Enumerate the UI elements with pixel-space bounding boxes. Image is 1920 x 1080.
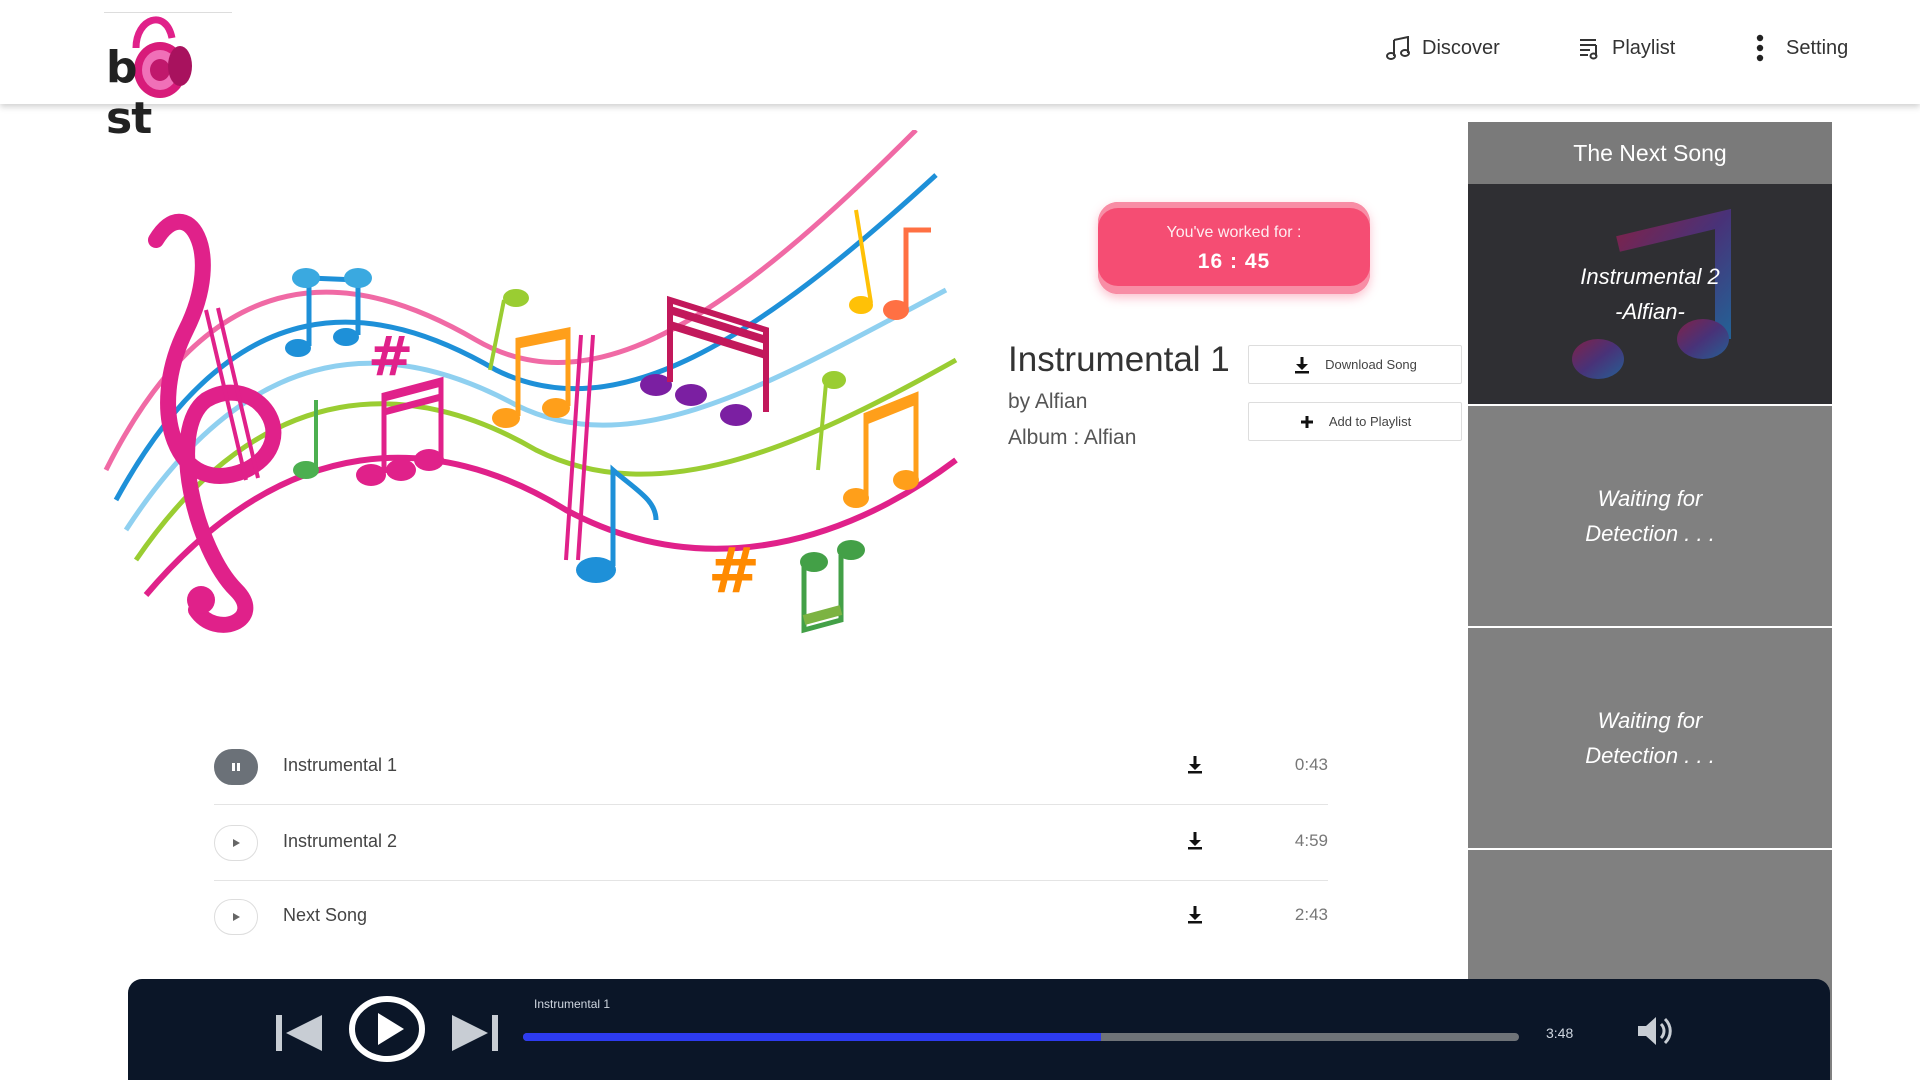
play-button[interactable]: [214, 899, 258, 935]
track-time: 3:48: [1546, 1025, 1574, 1041]
download-song-label: Download Song: [1325, 357, 1417, 372]
nav-setting[interactable]: Setting: [1754, 32, 1848, 64]
nav-setting-label: Setting: [1786, 36, 1849, 59]
track-duration: 0:43: [1294, 755, 1328, 774]
progress-fill: [523, 1033, 1101, 1041]
waiting-card-line2: Detection . . .: [1585, 521, 1715, 546]
download-icon: [1188, 906, 1202, 924]
svg-text:#: #: [368, 325, 413, 388]
play-button[interactable]: [214, 825, 258, 861]
play-icon: [233, 839, 240, 847]
current-song-title: Instrumental 1: [1008, 340, 1230, 379]
track-name: Instrumental 1: [283, 755, 398, 775]
waiting-detection-card[interactable]: Waiting for Detection . . .: [1468, 406, 1832, 628]
playlist-icon: [1580, 39, 1598, 60]
next-button[interactable]: [450, 1013, 500, 1058]
skip-back-icon: [276, 1015, 322, 1051]
worked-timer-value: 16 : 45: [1197, 250, 1271, 273]
add-to-playlist-button[interactable]: Add to Playlist: [1248, 402, 1462, 441]
download-icon: [1188, 832, 1202, 850]
next-song-card[interactable]: Instrumental 2 -Alfian-: [1468, 184, 1832, 406]
nav-playlist[interactable]: Playlist: [1578, 32, 1675, 64]
plus-icon: [1300, 415, 1313, 428]
waiting-card-line1: Waiting for: [1597, 486, 1703, 511]
volume-icon: [1638, 1017, 1672, 1045]
volume-button[interactable]: [1636, 1015, 1676, 1052]
player-bar: Instrumental 1 3:48: [128, 979, 1830, 1080]
next-song-panel: The Next Song Instrumental 2 -Alfian- Wa…: [1468, 122, 1832, 1080]
track-duration: 2:43: [1294, 905, 1328, 924]
worked-timer-badge: You've worked for : 16 : 45: [1098, 202, 1370, 294]
track-name: Next Song: [283, 905, 368, 925]
next-song-card-title: Instrumental 2: [1580, 264, 1720, 289]
svg-text:#: #: [708, 534, 760, 607]
download-icon: [1188, 756, 1202, 774]
play-circle-icon: [349, 996, 425, 1062]
waiting-card-line2: Detection . . .: [1585, 743, 1715, 768]
skip-forward-icon: [452, 1015, 498, 1051]
track-row[interactable]: Instrumental 1 0:43: [214, 729, 1328, 805]
waiting-detection-card[interactable]: Waiting for Detection . . .: [1468, 628, 1832, 850]
nav-playlist-label: Playlist: [1612, 36, 1676, 59]
logo-wordmark: bst: [106, 42, 232, 144]
music-note-icon: [1386, 36, 1410, 60]
track-row[interactable]: Next Song 2:43: [214, 879, 1328, 954]
worked-timer-label: You've worked for :: [1166, 224, 1302, 241]
waiting-card-line1: Waiting for: [1597, 708, 1703, 733]
track-duration: 4:59: [1294, 831, 1328, 850]
vertical-dots-icon: [1756, 34, 1764, 62]
pause-button[interactable]: [214, 749, 258, 785]
nav-discover-label: Discover: [1422, 36, 1500, 59]
download-icon: [1295, 356, 1310, 373]
play-pause-button[interactable]: [348, 995, 426, 1068]
track-row[interactable]: Instrumental 2 4:59: [214, 805, 1328, 881]
now-playing-label: Instrumental 1: [534, 997, 611, 1011]
logo-text-left: b: [106, 42, 137, 93]
current-song-album: Album : Alfian: [1008, 426, 1137, 449]
play-icon: [233, 913, 240, 921]
download-song-button[interactable]: Download Song: [1248, 345, 1462, 384]
track-download-button[interactable]: [1186, 755, 1204, 780]
track-name: Instrumental 2: [283, 831, 398, 851]
add-to-playlist-label: Add to Playlist: [1328, 414, 1412, 429]
pause-icon: [232, 763, 240, 771]
logo-text-right: st: [106, 93, 152, 144]
track-download-button[interactable]: [1186, 905, 1204, 930]
next-song-panel-title: The Next Song: [1468, 122, 1832, 186]
nav-discover[interactable]: Discover: [1386, 32, 1500, 64]
music-notes-illustration: # #: [103, 130, 958, 634]
boost-logo[interactable]: bst: [104, 8, 232, 144]
previous-button[interactable]: [274, 1013, 324, 1058]
track-download-button[interactable]: [1186, 831, 1204, 856]
next-song-card-artist: -Alfian-: [1615, 299, 1685, 324]
current-song-artist: by Alfian: [1008, 390, 1088, 413]
top-header: bst Discover Playlist Setting: [0, 0, 1920, 144]
progress-bar[interactable]: [523, 1033, 1519, 1041]
